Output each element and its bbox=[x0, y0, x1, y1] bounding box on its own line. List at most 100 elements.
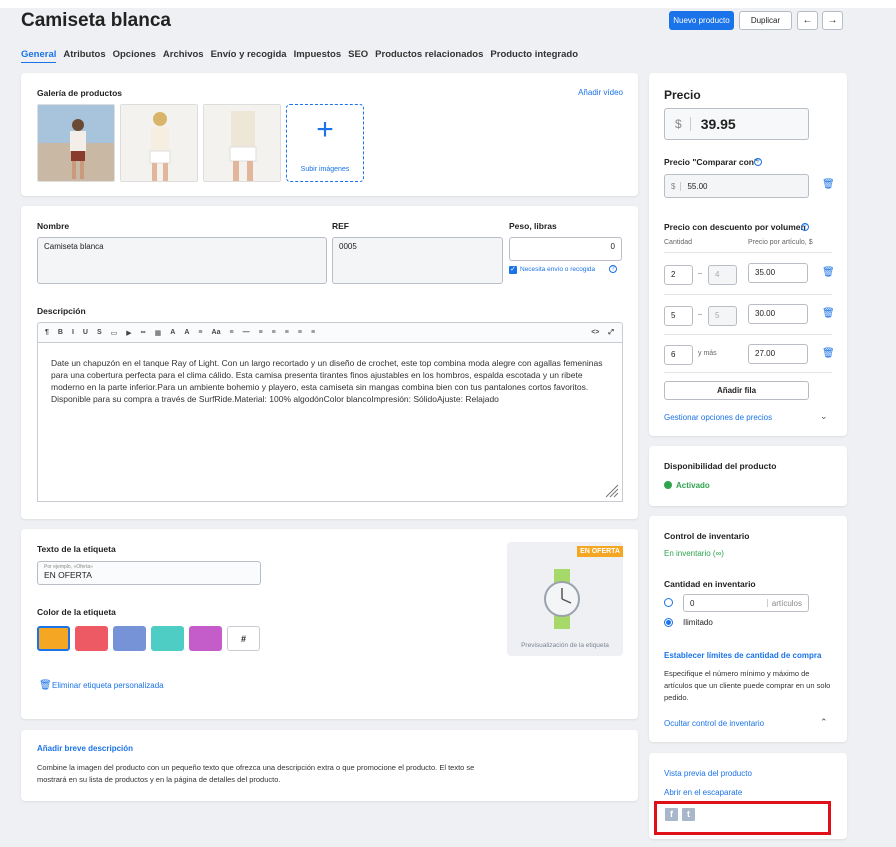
name-label: Nombre bbox=[37, 221, 70, 231]
chevron-down-icon[interactable]: ⌄ bbox=[820, 411, 828, 422]
tier-1-price-input[interactable]: 35.00 bbox=[748, 263, 808, 283]
color-swatch-orange[interactable] bbox=[37, 626, 70, 651]
product-image-3[interactable] bbox=[203, 104, 281, 182]
toggle-on-icon[interactable] bbox=[664, 481, 672, 489]
delete-tier-2-icon[interactable]: 🗑 bbox=[822, 308, 835, 319]
delete-compare-icon[interactable]: 🗑 bbox=[822, 179, 835, 190]
remove-badge-link[interactable]: Eliminar etiqueta personalizada bbox=[52, 681, 164, 690]
tab-embedded[interactable]: Producto integrado bbox=[490, 49, 578, 63]
unlimited-label: Ilimitado bbox=[683, 618, 713, 627]
tab-general[interactable]: General bbox=[21, 49, 57, 63]
align-icon[interactable]: ≡ bbox=[229, 329, 233, 336]
hide-inventory-link[interactable]: Ocultar control de inventario bbox=[664, 719, 764, 728]
delete-tier-3-icon[interactable]: 🗑 bbox=[822, 348, 835, 359]
qty-radio[interactable] bbox=[664, 598, 673, 607]
editor-toolbar: ¶ B I U S ▭ ▶ ∞ ▦ A A ≡ Aa ≡ — ≡ ≡ ≡ ≡ ≡… bbox=[37, 322, 623, 342]
tier-1-from-input[interactable]: 2 bbox=[664, 265, 693, 285]
ordered-list-icon[interactable]: ≡ bbox=[259, 329, 263, 336]
unordered-list-icon[interactable]: ≡ bbox=[272, 329, 276, 336]
prev-product-button[interactable]: ← bbox=[797, 11, 818, 30]
add-row-button[interactable]: Añadir fila bbox=[664, 381, 809, 400]
tab-files[interactable]: Archivos bbox=[163, 49, 204, 63]
add-short-description-link[interactable]: Añadir breve descripción bbox=[37, 744, 133, 753]
bulk-help-icon[interactable]: ? bbox=[801, 223, 809, 231]
product-image-1[interactable] bbox=[37, 104, 115, 182]
font-color-icon[interactable]: A bbox=[170, 329, 175, 336]
compare-help-icon[interactable]: ? bbox=[754, 158, 762, 166]
color-swatch-purple[interactable] bbox=[189, 626, 222, 651]
weight-input[interactable]: 0 bbox=[509, 237, 622, 261]
divider bbox=[664, 372, 832, 373]
short-description-card: Añadir breve descripción Combine la imag… bbox=[21, 730, 638, 801]
tab-taxes[interactable]: Impuestos bbox=[294, 49, 342, 63]
tier-3-price-input[interactable]: 27.00 bbox=[748, 344, 808, 364]
italic-icon[interactable]: I bbox=[72, 329, 74, 336]
inventory-card: Control de inventario En inventario (∞) … bbox=[649, 516, 847, 742]
tab-seo[interactable]: SEO bbox=[348, 49, 368, 63]
highlight-icon[interactable]: A bbox=[184, 329, 189, 336]
product-preview-link[interactable]: Vista previa del producto bbox=[664, 769, 752, 778]
product-image-2[interactable] bbox=[120, 104, 198, 182]
horizontal-rule-icon[interactable]: — bbox=[243, 329, 250, 336]
description-label: Descripción bbox=[37, 306, 86, 316]
indent-icon[interactable]: ≡ bbox=[298, 329, 302, 336]
price-column-header: Precio por artículo, $ bbox=[748, 239, 813, 246]
strikethrough-icon[interactable]: S bbox=[97, 329, 102, 336]
link-icon[interactable]: ∞ bbox=[141, 329, 146, 336]
tier-2-from-input[interactable]: 5 bbox=[664, 306, 693, 326]
bulk-price-label: Precio con descuento por volumen bbox=[664, 222, 806, 232]
ref-input[interactable]: 0005 bbox=[332, 237, 503, 284]
unlimited-radio[interactable] bbox=[664, 618, 673, 627]
tab-options[interactable]: Opciones bbox=[113, 49, 156, 63]
shipping-checkbox[interactable]: ✓ bbox=[509, 266, 517, 274]
compare-price-input[interactable]: $ 55.00 bbox=[664, 174, 809, 198]
qty-column-header: Cantidad bbox=[664, 239, 693, 246]
tab-attributes[interactable]: Atributos bbox=[63, 49, 105, 63]
underline-icon[interactable]: U bbox=[83, 329, 88, 336]
badge-color-label: Color de la etiqueta bbox=[37, 607, 116, 617]
bold-icon[interactable]: B bbox=[58, 329, 63, 336]
tab-related[interactable]: Productos relacionados bbox=[375, 49, 483, 63]
color-swatch-red[interactable] bbox=[75, 626, 108, 651]
outdent-icon[interactable]: ≡ bbox=[285, 329, 289, 336]
gallery-card: Galería de productos Añadir vídeo + Subi… bbox=[21, 73, 638, 196]
inventory-qty-input[interactable]: 0 artículos bbox=[683, 594, 809, 612]
duplicate-button[interactable]: Duplicar bbox=[739, 11, 792, 30]
tier-1-to-input[interactable]: 4 bbox=[708, 265, 737, 285]
price-input[interactable]: $ 39.95 bbox=[664, 108, 809, 140]
tier-3-from-input[interactable]: 6 bbox=[664, 345, 693, 365]
tier-2-price-input[interactable]: 30.00 bbox=[748, 304, 808, 324]
new-product-button[interactable]: Nuevo producto bbox=[669, 11, 734, 30]
add-video-link[interactable]: Añadir vídeo bbox=[578, 88, 623, 97]
font-size-icon[interactable]: Aa bbox=[212, 329, 221, 336]
badge-text-input[interactable]: Por ejemplo, «Oferta» EN OFERTA bbox=[37, 561, 261, 585]
image-icon[interactable]: ▭ bbox=[111, 329, 118, 337]
inventory-qty-value: 0 bbox=[690, 599, 695, 608]
custom-color-button[interactable]: # bbox=[227, 626, 260, 651]
code-view-icon[interactable]: <> bbox=[591, 329, 599, 336]
paragraph-icon[interactable]: ¶ bbox=[45, 329, 49, 336]
badge-preview: EN OFERTA Previsualización de la etiquet… bbox=[507, 542, 623, 656]
upload-images-button[interactable]: + Subir imágenes bbox=[286, 104, 364, 182]
resize-handle-icon[interactable] bbox=[603, 482, 619, 498]
color-swatch-teal[interactable] bbox=[151, 626, 184, 651]
line-height-icon[interactable]: ≡ bbox=[198, 329, 202, 336]
chevron-up-icon[interactable]: ⌃ bbox=[820, 717, 828, 728]
purchase-limits-link[interactable]: Establecer límites de cantidad de compra bbox=[664, 651, 821, 660]
table-icon[interactable]: ▦ bbox=[155, 329, 162, 337]
divider bbox=[664, 334, 832, 335]
description-editor[interactable]: Date un chapuzón en el tanque Ray of Lig… bbox=[37, 342, 623, 502]
name-input[interactable]: Camiseta blanca bbox=[37, 237, 327, 284]
availability-status[interactable]: Activado bbox=[676, 481, 710, 490]
next-product-button[interactable]: → bbox=[822, 11, 843, 30]
help-icon[interactable]: ? bbox=[609, 265, 617, 273]
fullscreen-icon[interactable]: ⤢ bbox=[608, 329, 614, 337]
more-format-icon[interactable]: ≡ bbox=[311, 329, 315, 336]
manage-pricing-link[interactable]: Gestionar opciones de precios bbox=[664, 413, 772, 422]
tier-2-to-input[interactable]: 5 bbox=[708, 306, 737, 326]
open-storefront-link[interactable]: Abrir en el escaparate bbox=[664, 788, 742, 797]
delete-tier-1-icon[interactable]: 🗑 bbox=[822, 267, 835, 278]
video-icon[interactable]: ▶ bbox=[126, 329, 131, 337]
color-swatch-blue[interactable] bbox=[113, 626, 146, 651]
tab-shipping[interactable]: Envío y recogida bbox=[211, 49, 287, 63]
